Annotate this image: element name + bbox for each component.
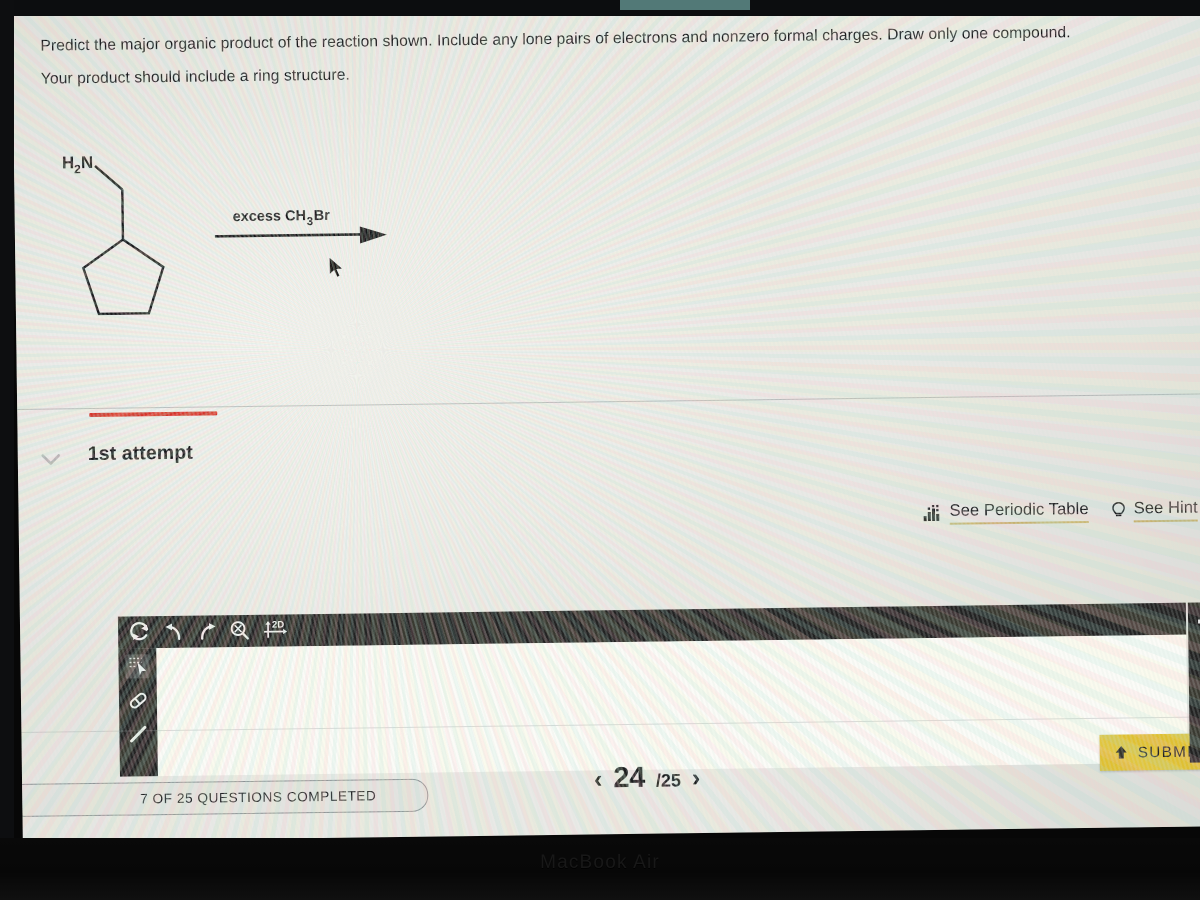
laptop-screen: Predict the major organic product of the…	[12, 0, 1200, 842]
element-palette: H C N	[1187, 602, 1200, 763]
section-divider-top	[17, 393, 1200, 410]
reagent-label: excess CH 3 Br	[233, 208, 331, 228]
screen-bezel-left	[0, 0, 14, 900]
reaction-figure: H 2 N excess CH 3 Br	[54, 123, 476, 316]
element-carbon-button[interactable]: C	[1189, 662, 1200, 692]
magnifier-icon[interactable]	[228, 619, 252, 643]
2d-tool-label: 2D	[272, 619, 284, 630]
clear-reset-tool[interactable]	[128, 620, 152, 644]
reaction-arrow	[214, 226, 387, 244]
single-bond-icon[interactable]	[126, 722, 150, 746]
laptop-photo: Predict the major organic product of the…	[0, 0, 1200, 900]
amine-H: H	[62, 153, 75, 172]
cyclopentane-ring	[81, 238, 165, 316]
upload-arrow-icon	[1114, 744, 1129, 760]
element-hydrogen-button[interactable]: H	[1188, 632, 1200, 662]
palette-periodic-table-button[interactable]	[1188, 602, 1200, 632]
submit-answer-button[interactable]: SUBMIT AN	[1099, 732, 1200, 771]
question-pager: ‹ 24 /25 ›	[594, 761, 701, 795]
bond-n-ch2	[94, 165, 124, 191]
bond-ch2-ring	[121, 189, 125, 240]
total-question-count: /25	[655, 770, 682, 791]
svg-text:H: H	[62, 153, 75, 172]
attempt-label: 1st attempt	[87, 441, 194, 466]
element-nitrogen-button[interactable]: N	[1189, 692, 1200, 722]
molecule-editor: 2D	[117, 602, 1188, 777]
mouse-pointer-icon	[327, 255, 349, 282]
helper-links: See Periodic Table See Hint	[923, 498, 1198, 526]
see-periodic-table-label: See Periodic Table	[949, 499, 1089, 525]
chevron-right-icon[interactable]: ›	[692, 764, 701, 792]
question-prompt: Predict the major organic product of the…	[40, 15, 1181, 96]
redo-tool[interactable]	[195, 619, 219, 643]
bezel-teal-segment	[620, 0, 750, 10]
eraser-icon[interactable]	[126, 688, 150, 712]
progress-pill: 7 OF 25 QUESTIONS COMPLETED	[12, 778, 429, 818]
svg-text:Br: Br	[314, 208, 331, 224]
chevron-left-icon[interactable]: ‹	[594, 765, 603, 793]
drawing-canvas[interactable]	[156, 634, 1188, 777]
chevron-down-icon[interactable]	[40, 450, 62, 468]
see-hint-label: See Hint	[1133, 498, 1198, 523]
lasso-select-icon[interactable]	[125, 654, 150, 679]
lightbulb-icon	[1111, 501, 1127, 520]
screen-bezel-top	[0, 0, 1200, 16]
current-question-number: 24	[613, 761, 646, 795]
editor-toolbar-side	[118, 648, 158, 777]
undo-tool[interactable]	[162, 620, 186, 644]
device-brand-label: MacBook Air	[540, 852, 660, 873]
svg-text:excess CH: excess CH	[233, 208, 307, 225]
amine-label: H 2 N	[62, 153, 94, 176]
progress-text: 7 OF 25 QUESTIONS COMPLETED	[140, 788, 377, 807]
svg-text:3: 3	[307, 216, 314, 228]
see-periodic-table-link[interactable]: See Periodic Table	[923, 499, 1089, 525]
attempt-progress-bar	[89, 411, 218, 418]
periodic-table-icon	[923, 504, 943, 522]
2d-view-tool[interactable]: 2D	[261, 618, 291, 642]
see-hint-link[interactable]: See Hint	[1111, 498, 1198, 523]
svg-text:N: N	[81, 153, 94, 172]
